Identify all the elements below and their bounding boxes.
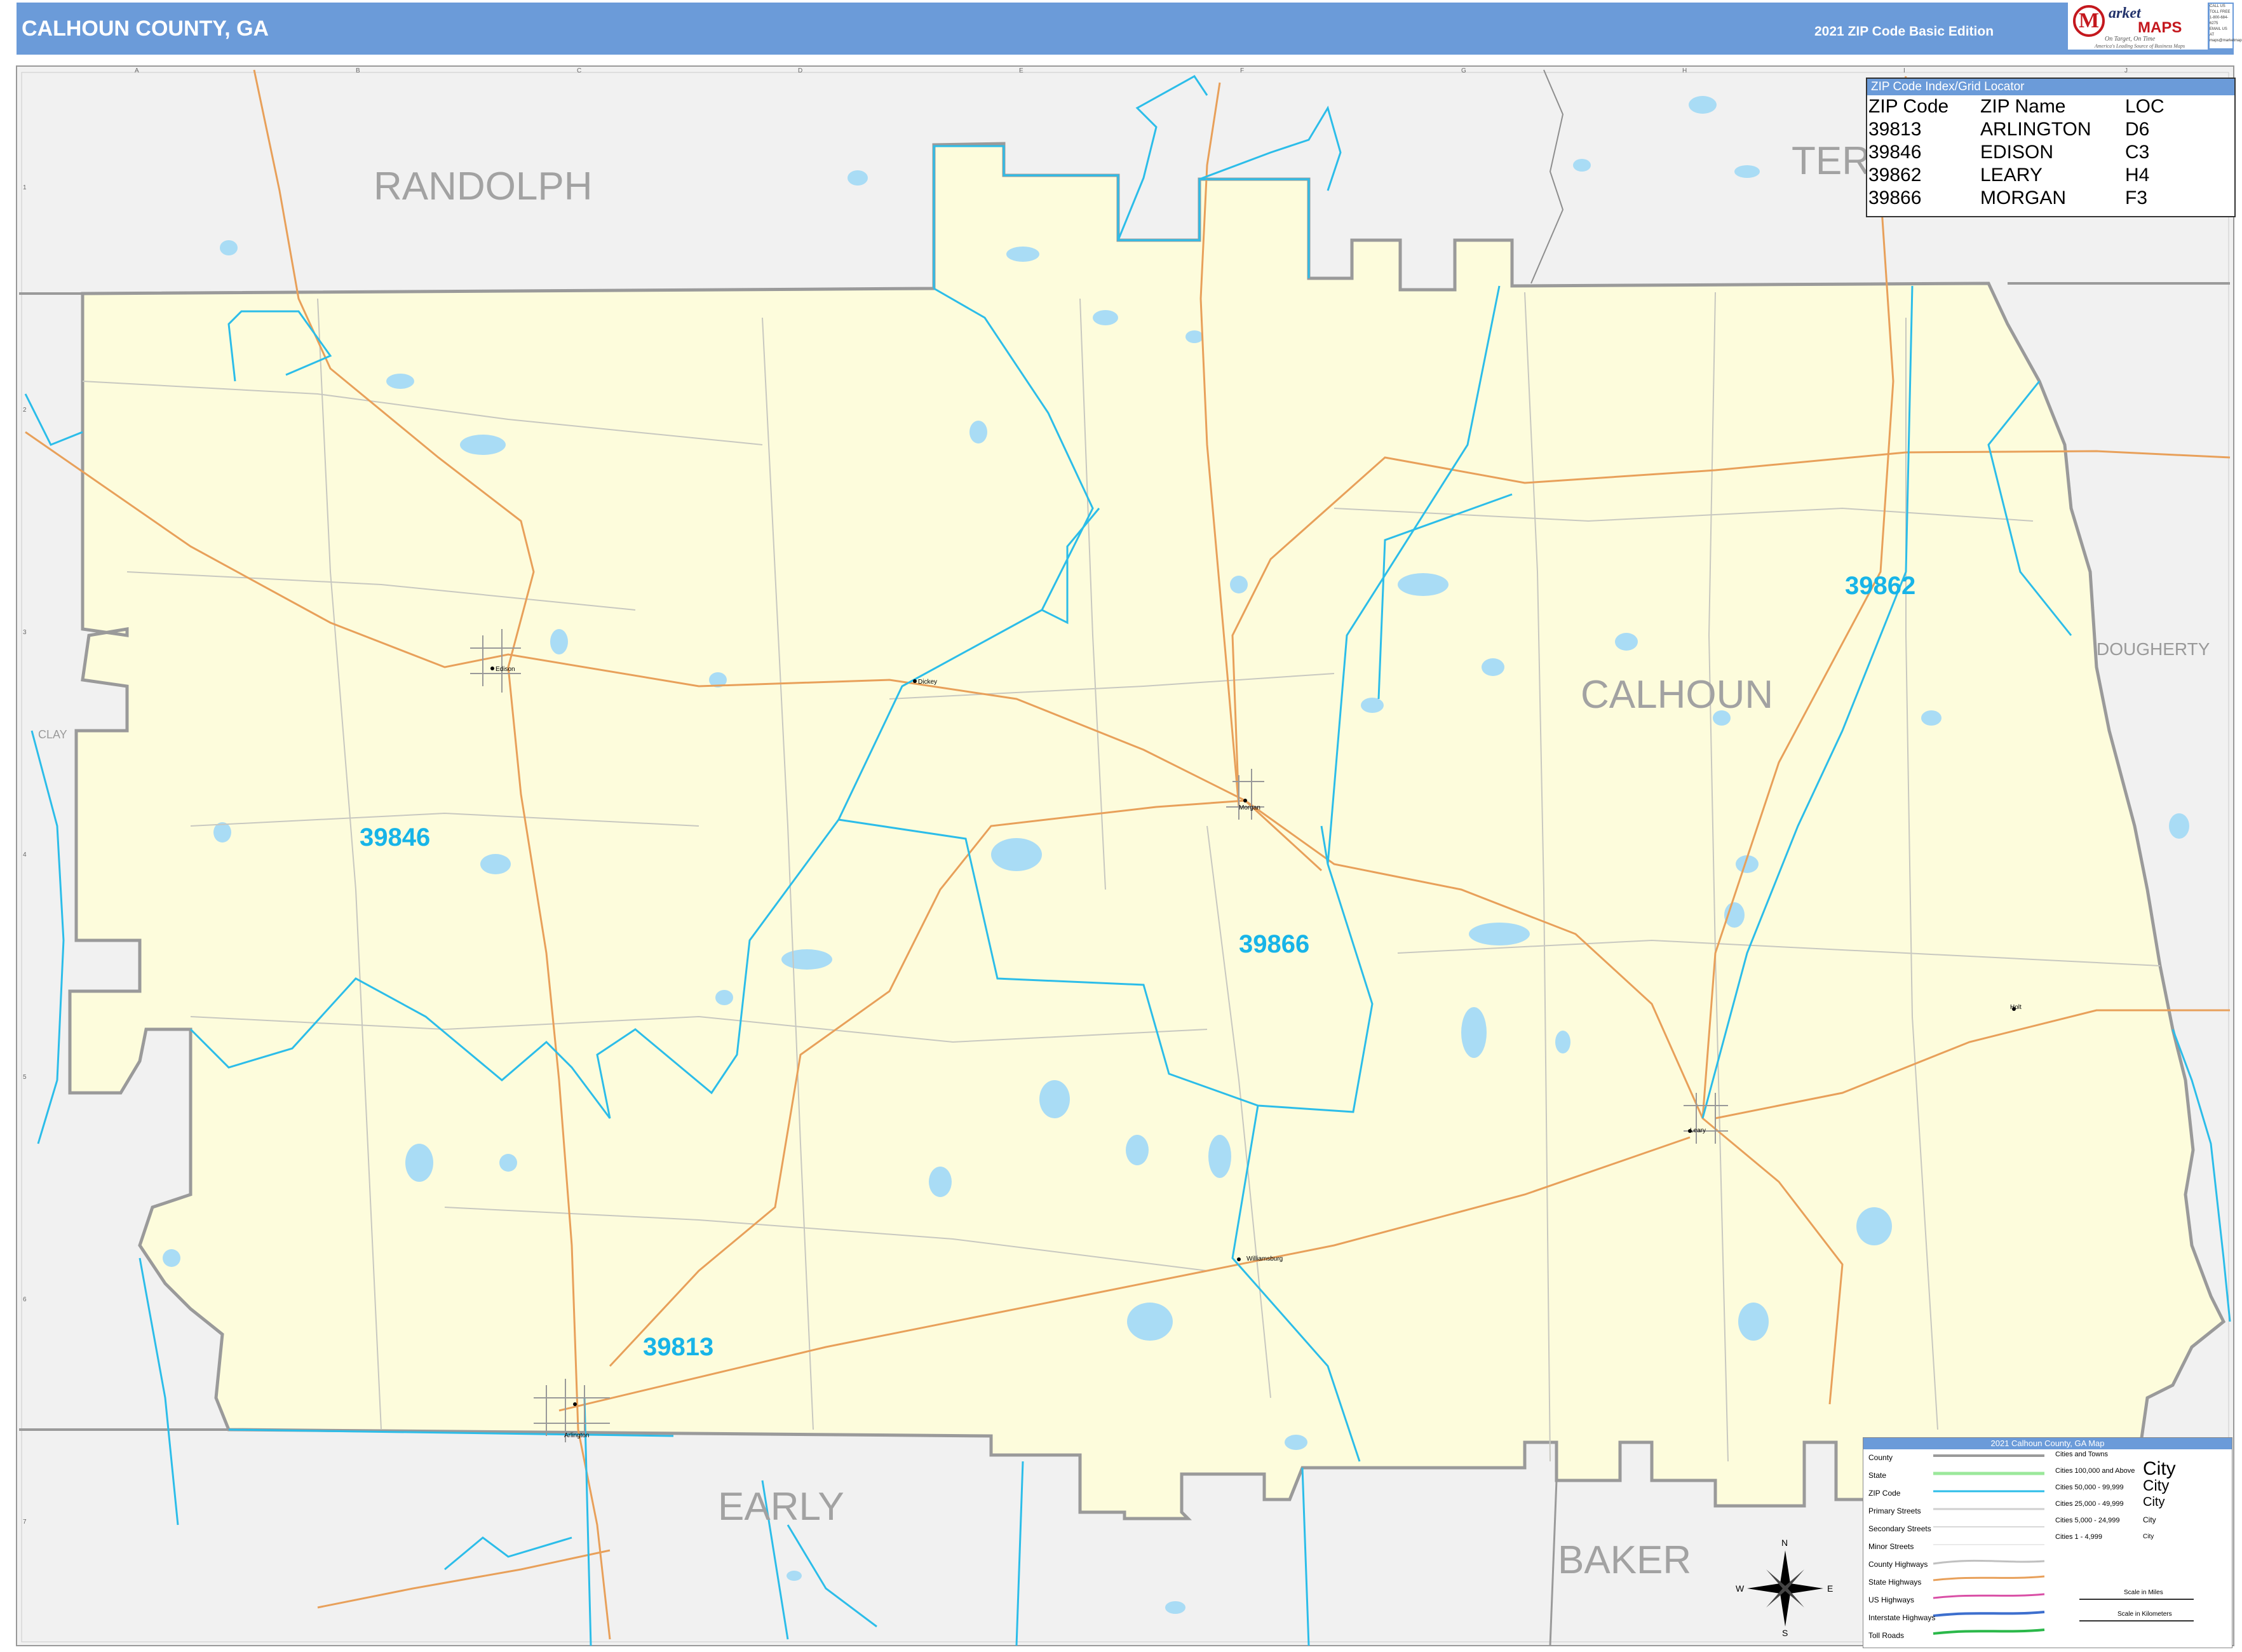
legend-scale-km: Scale in Kilometers — [2117, 1611, 2172, 1618]
legend-city-class: Cities 100,000 and Above — [2055, 1467, 2135, 1475]
zip-index-table: ZIP Code Index/Grid Locator ZIP Code ZIP… — [1866, 78, 2236, 217]
loc-cell: C3 — [2125, 142, 2150, 163]
legend-item: Secondary Streets — [1868, 1524, 1931, 1533]
compass-s: S — [1782, 1628, 1788, 1638]
legend-title: 2021 Calhoun County, GA Map — [1863, 1438, 2232, 1449]
table-header-row: ZIP Code ZIP Name LOC — [1868, 95, 2167, 118]
legend-item: Interstate Highways — [1868, 1613, 1936, 1622]
town-label-leary: Leary — [1690, 1127, 1706, 1134]
column-header: ZIP Code — [1868, 96, 1949, 117]
legend-city-sample: City — [2143, 1495, 2165, 1509]
grid-col-label: G — [1461, 67, 1466, 74]
table-row: 39866 MORGAN F3 — [1868, 187, 2167, 210]
county-label-clay: CLAY — [38, 728, 67, 741]
legend-city-sample: City — [2143, 1533, 2154, 1540]
column-header: LOC — [2125, 96, 2164, 117]
county-label-baker: BAKER — [1558, 1538, 1692, 1582]
table-row: 39862 LEARY H4 — [1868, 164, 2167, 187]
map-legend: 2021 Calhoun County, GA Map County State… — [1863, 1437, 2232, 1648]
zip-name-cell: EDISON — [1980, 142, 2054, 163]
legend-item: Toll Roads — [1868, 1631, 1905, 1640]
legend-city-class: Cities 25,000 - 49,999 — [2055, 1500, 2124, 1508]
legend-cities-title: Cities and Towns — [2055, 1451, 2108, 1458]
compass-w: W — [1736, 1583, 1745, 1594]
grid-row-label: 7 — [23, 1519, 27, 1526]
county-label-early: EARLY — [718, 1485, 844, 1529]
legend-item: County — [1868, 1453, 1893, 1462]
loc-cell: D6 — [2125, 119, 2150, 140]
grid-row-label: 3 — [23, 629, 27, 636]
zip-label-39813: 39813 — [643, 1333, 714, 1361]
zip-label-39846: 39846 — [360, 823, 431, 851]
legend-city-sample: City — [2143, 1477, 2170, 1494]
town-label-dickey: Dickey — [918, 679, 938, 686]
grid-col-label: F — [1240, 67, 1245, 74]
zip-label-39866: 39866 — [1239, 930, 1310, 958]
zip-name-cell: ARLINGTON — [1980, 119, 2091, 140]
legend-scale-miles: Scale in Miles — [2124, 1589, 2163, 1596]
zip-cell: 39866 — [1868, 187, 1922, 208]
legend-item: State Highways — [1868, 1578, 1922, 1587]
legend-item: US Highways — [1868, 1595, 1915, 1604]
compass-e: E — [1827, 1583, 1833, 1594]
zip-index-grid: ZIP Code ZIP Name LOC 39813 ARLINGTON D6… — [1868, 95, 2167, 210]
town-label-williamsburg: Williamsburg — [1246, 1256, 1283, 1263]
legend-city-class: Cities 50,000 - 99,999 — [2055, 1484, 2124, 1491]
legend-item: Minor Streets — [1868, 1542, 1914, 1551]
grid-col-label: J — [2124, 67, 2128, 74]
grid-col-label: I — [1903, 67, 1905, 74]
legend-city-sample: City — [2143, 1458, 2176, 1479]
grid-col-label: E — [1019, 67, 1023, 74]
grid-col-label: B — [356, 67, 360, 74]
zip-name-cell: LEARY — [1980, 165, 2043, 186]
zip-cell: 39813 — [1868, 119, 1922, 140]
table-row: 39846 EDISON C3 — [1868, 141, 2167, 164]
grid-col-label: H — [1682, 67, 1687, 74]
legend-item: State — [1868, 1471, 1887, 1480]
county-label-calhoun: CALHOUN — [1581, 673, 1774, 717]
zip-name-cell: MORGAN — [1980, 187, 2066, 208]
grid-row-label: 4 — [23, 851, 27, 858]
town-label-morgan: Morgan — [1239, 804, 1260, 811]
map-canvas[interactable] — [0, 0, 2242, 1652]
town-label-edison: Edison — [496, 666, 515, 673]
loc-cell: F3 — [2125, 187, 2148, 208]
county-label-terrell: TER — [1792, 139, 1870, 183]
grid-row-label: 5 — [23, 1074, 27, 1081]
zip-label-39862: 39862 — [1845, 572, 1916, 600]
legend-item: Primary Streets — [1868, 1506, 1921, 1515]
loc-cell: H4 — [2125, 165, 2150, 186]
legend-item: ZIP Code — [1868, 1489, 1901, 1498]
legend-city-class: Cities 1 - 4,999 — [2055, 1533, 2102, 1541]
compass-n: N — [1781, 1538, 1788, 1548]
column-header: ZIP Name — [1980, 96, 2066, 117]
legend-item: County Highways — [1868, 1560, 1928, 1569]
legend-city-class: Cities 5,000 - 24,999 — [2055, 1517, 2120, 1524]
county-label-randolph: RANDOLPH — [374, 165, 593, 208]
zip-cell: 39862 — [1868, 165, 1922, 186]
town-label-arlington: Arlington — [564, 1432, 590, 1439]
legend-city-sample: City — [2143, 1515, 2156, 1524]
zip-cell: 39846 — [1868, 142, 1922, 163]
grid-row-label: 2 — [23, 407, 27, 414]
town-label-holt: Holt — [2010, 1004, 2022, 1011]
table-row: 39813 ARLINGTON D6 — [1868, 118, 2167, 141]
grid-row-label: 1 — [23, 184, 27, 191]
zip-index-title: ZIP Code Index/Grid Locator — [1867, 79, 2234, 95]
grid-col-label: D — [798, 67, 803, 74]
grid-col-label: A — [135, 67, 139, 74]
grid-col-label: C — [577, 67, 582, 74]
county-label-dougherty: DOUGHERTY — [2097, 639, 2210, 659]
grid-row-label: 6 — [23, 1296, 27, 1303]
